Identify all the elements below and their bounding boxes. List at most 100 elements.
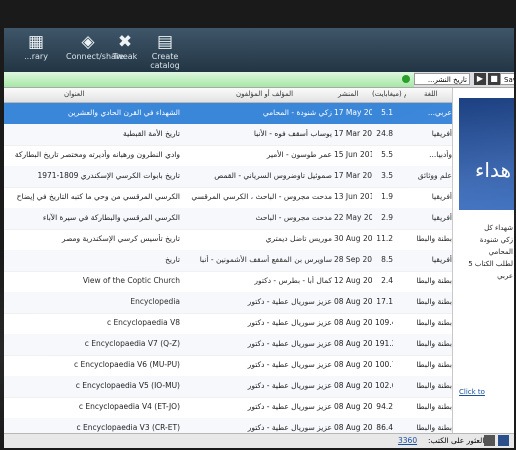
main-toolbar: ▦ ...rary ◈ Connect/share ✖ Tweak ▤ Crea… <box>4 28 514 72</box>
cell-date: 08 Aug 2013 <box>334 339 372 348</box>
book-cover: هداء <box>459 98 514 210</box>
cell-title: تاريخ بابوات الكرسي الإسكندري 1809-1971 <box>37 171 180 180</box>
table-header: العنوان المؤلف أو المؤلفون المنشر الحجم … <box>4 88 452 103</box>
search-go-icon[interactable]: ▶ <box>474 73 486 85</box>
table-row[interactable]: الكرسي المرقسي والبطاركة في سيرة الآباء م… <box>4 208 452 230</box>
catalog-icon: ▤ <box>156 32 174 52</box>
connect-icon: ▦ <box>27 32 45 52</box>
cell-author: عزيز سوريال عطية - دكتور <box>247 381 332 390</box>
table-row[interactable]: تاريخ بابوات الكرسي الإسكندري 1809-1971 ص… <box>4 166 452 188</box>
detail-role: المحامي <box>488 248 513 256</box>
cell-author: موريس تاضل ديمتري <box>265 234 332 243</box>
table-row[interactable]: View of the Coptic Church كمال أبا - بطرس… <box>4 271 452 293</box>
cell-date: 22 May 2014 <box>334 213 372 222</box>
sort-dropdown[interactable]: ...تاريخ النشر <box>414 73 470 85</box>
cell-date: 13 Jun 2014 <box>334 192 372 201</box>
cell-date: 12 Aug 2013 <box>334 276 372 285</box>
table-row[interactable]: c Encyclopaedia V6 (MU-PU) عزيز سوريال عط… <box>4 355 452 377</box>
cell-lang: بطنة والبطا <box>416 318 452 327</box>
cell-author: عزيز سوريال عطية - دكتور <box>247 423 332 432</box>
table-row[interactable]: c Encyclopaedia V3 (CR-ET) عزيز سوريال عط… <box>4 418 452 433</box>
cell-author: ساويرس بن المقفع أسقف الأشمونين - أنبا <box>199 255 332 264</box>
table-row[interactable]: تاريخ تأسيس كرسي الإسكندرية ومصر موريس تا… <box>4 229 452 251</box>
cell-date: 28 Sep 2014 <box>334 255 372 264</box>
search-bar: ...تاريخ النشر ▶ ■ Saved Searches <box>4 72 514 96</box>
cell-size: 86.4 <box>376 423 393 432</box>
share-icon: ◈ <box>81 32 95 52</box>
book-count-label: العثور على الكتب: <box>428 436 485 445</box>
calibre-window: ▦ ...rary ◈ Connect/share ✖ Tweak ▤ Crea… <box>4 28 514 448</box>
table-row[interactable]: c Encyclopaedia V7 (Q-Z) عزيز سوريال عطية… <box>4 334 452 356</box>
cell-lang: بطنة والبطا <box>416 234 452 243</box>
cell-lang: بطنة والبطا <box>416 339 452 348</box>
header-lang[interactable]: اللغة <box>424 90 438 98</box>
cell-size: 3.5 <box>381 171 393 180</box>
cell-date: 17 May 2014 <box>334 108 372 117</box>
cell-title: وادي النطرون ورهبانه وأديرته ومختصر تاري… <box>14 150 180 159</box>
header-title[interactable]: العنوان <box>64 90 84 98</box>
cell-title: الكرسي المرقسي من وحي ما كتبه التاريخ في… <box>16 192 180 201</box>
table-row[interactable]: c Encyclopaedia V5 (IO-MU) عزيز سوريال عط… <box>4 376 452 398</box>
header-size[interactable]: الحجم (ميغابايت) <box>372 90 406 98</box>
cell-author: عزيز سوريال عطية - دكتور <box>247 339 332 348</box>
cell-title: c Encyclopaedia V4 (ET-JO) <box>78 402 180 411</box>
cell-title: الكرسي المرقسي والبطاركة في سيرة الآباء <box>42 213 180 222</box>
cell-size: 17.1 <box>376 297 393 306</box>
cell-author: عزيز سوريال عطية - دكتور <box>247 402 332 411</box>
search-input[interactable] <box>4 72 414 87</box>
book-list: العنوان المؤلف أو المؤلفون المنشر الحجم … <box>4 88 452 433</box>
cell-title: c Encyclopaedia V5 (IO-MU) <box>75 381 180 390</box>
connect-share-button[interactable]: ◈ Connect/share <box>66 32 124 61</box>
cell-size: 5.1 <box>381 108 393 117</box>
status-bar: 3360 العثور على الكتب: <box>4 433 514 448</box>
cell-title: تاريخ تأسيس كرسي الإسكندرية ومصر <box>61 234 180 243</box>
cell-size: 2.9 <box>381 213 393 222</box>
table-row[interactable]: c Encyclopaedia V4 (ET-JO) عزيز سوريال عط… <box>4 397 452 419</box>
cell-size: 8.5 <box>381 255 393 264</box>
cell-size: 2.4 <box>381 276 393 285</box>
cell-title: الشهداء في القرن الحادي والعشرين <box>67 108 180 117</box>
saved-searches-field[interactable]: Saved Searches <box>500 73 514 96</box>
cell-title: c Encyclopaedia V6 (MU-PU) <box>74 360 180 369</box>
table-row[interactable]: Encyclopedia عزيز سوريال عطية - دكتور 08 A… <box>4 292 452 314</box>
table-row[interactable]: تاريخ ساويرس بن المقفع أسقف الأشمونين - أ… <box>4 250 452 272</box>
cell-size: 102.6 <box>375 381 393 390</box>
cell-author: عمر طوسون - الأمير <box>266 150 332 159</box>
detail-link[interactable]: Click to <box>459 388 485 396</box>
cell-date: 08 Aug 2013 <box>334 297 372 306</box>
table-row[interactable]: وادي النطرون ورهبانه وأديرته ومختصر تاري… <box>4 145 452 167</box>
book-count: 3360 <box>398 436 418 445</box>
cell-size: 24.8 <box>376 129 393 138</box>
cell-size: 1.9 <box>381 192 393 201</box>
cell-date: 17 Mar 2015 <box>334 171 372 180</box>
header-author[interactable]: المؤلف أو المؤلفون <box>236 90 293 98</box>
cell-date: 08 Aug 2013 <box>334 423 372 432</box>
cell-lang: أفريقيا <box>431 192 452 201</box>
cell-size: 11.2 <box>376 234 393 243</box>
cell-author: زكي شنودة - المحامي <box>262 108 332 117</box>
cell-lang: بطنة والبطا <box>416 360 452 369</box>
grid-icon[interactable] <box>498 435 509 446</box>
tweak-button[interactable]: ✖ Tweak <box>110 32 140 61</box>
cell-title: c Encyclopaedia V8 <box>106 318 180 327</box>
cell-date: 30 Aug 2013 <box>334 234 372 243</box>
table-row[interactable]: الشهداء في القرن الحادي والعشرين زكي شنود… <box>4 103 452 125</box>
table-row[interactable]: تاريخ الأمة القبطية يوساب أسقف فوه - الأن… <box>4 124 452 146</box>
create-catalog-button[interactable]: ▤ Create catalog <box>140 32 190 70</box>
header-date[interactable]: المنشر <box>338 90 358 98</box>
saved-search-icon[interactable]: ■ <box>488 73 500 85</box>
cell-author: عزيز سوريال عطية - دكتور <box>247 360 332 369</box>
cell-author: عزيز سوريال عطية - دكتور <box>247 318 332 327</box>
table-row[interactable]: c Encyclopaedia V8 عزيز سوريال عطية - دكت… <box>4 313 452 335</box>
cell-author: كمال أبا - بطرس - دكتور <box>254 276 332 285</box>
cell-author: يوساب أسقف فوه - الأنبا <box>253 129 332 138</box>
cell-lang: أفريقيا <box>431 213 452 222</box>
cell-lang: أفريقيا <box>431 255 452 264</box>
table-row[interactable]: الكرسي المرقسي من وحي ما كتبه التاريخ في… <box>4 187 452 209</box>
cell-lang: بطنة والبطا <box>416 276 452 285</box>
cell-author: عزيز سوريال عطية - دكتور <box>247 297 332 306</box>
library-button[interactable]: ▦ ...rary <box>6 32 66 61</box>
layout-icon[interactable] <box>484 435 495 446</box>
cell-title: c Encyclopaedia V7 (Q-Z) <box>84 339 180 348</box>
cell-title: View of the Coptic Church <box>82 276 180 285</box>
